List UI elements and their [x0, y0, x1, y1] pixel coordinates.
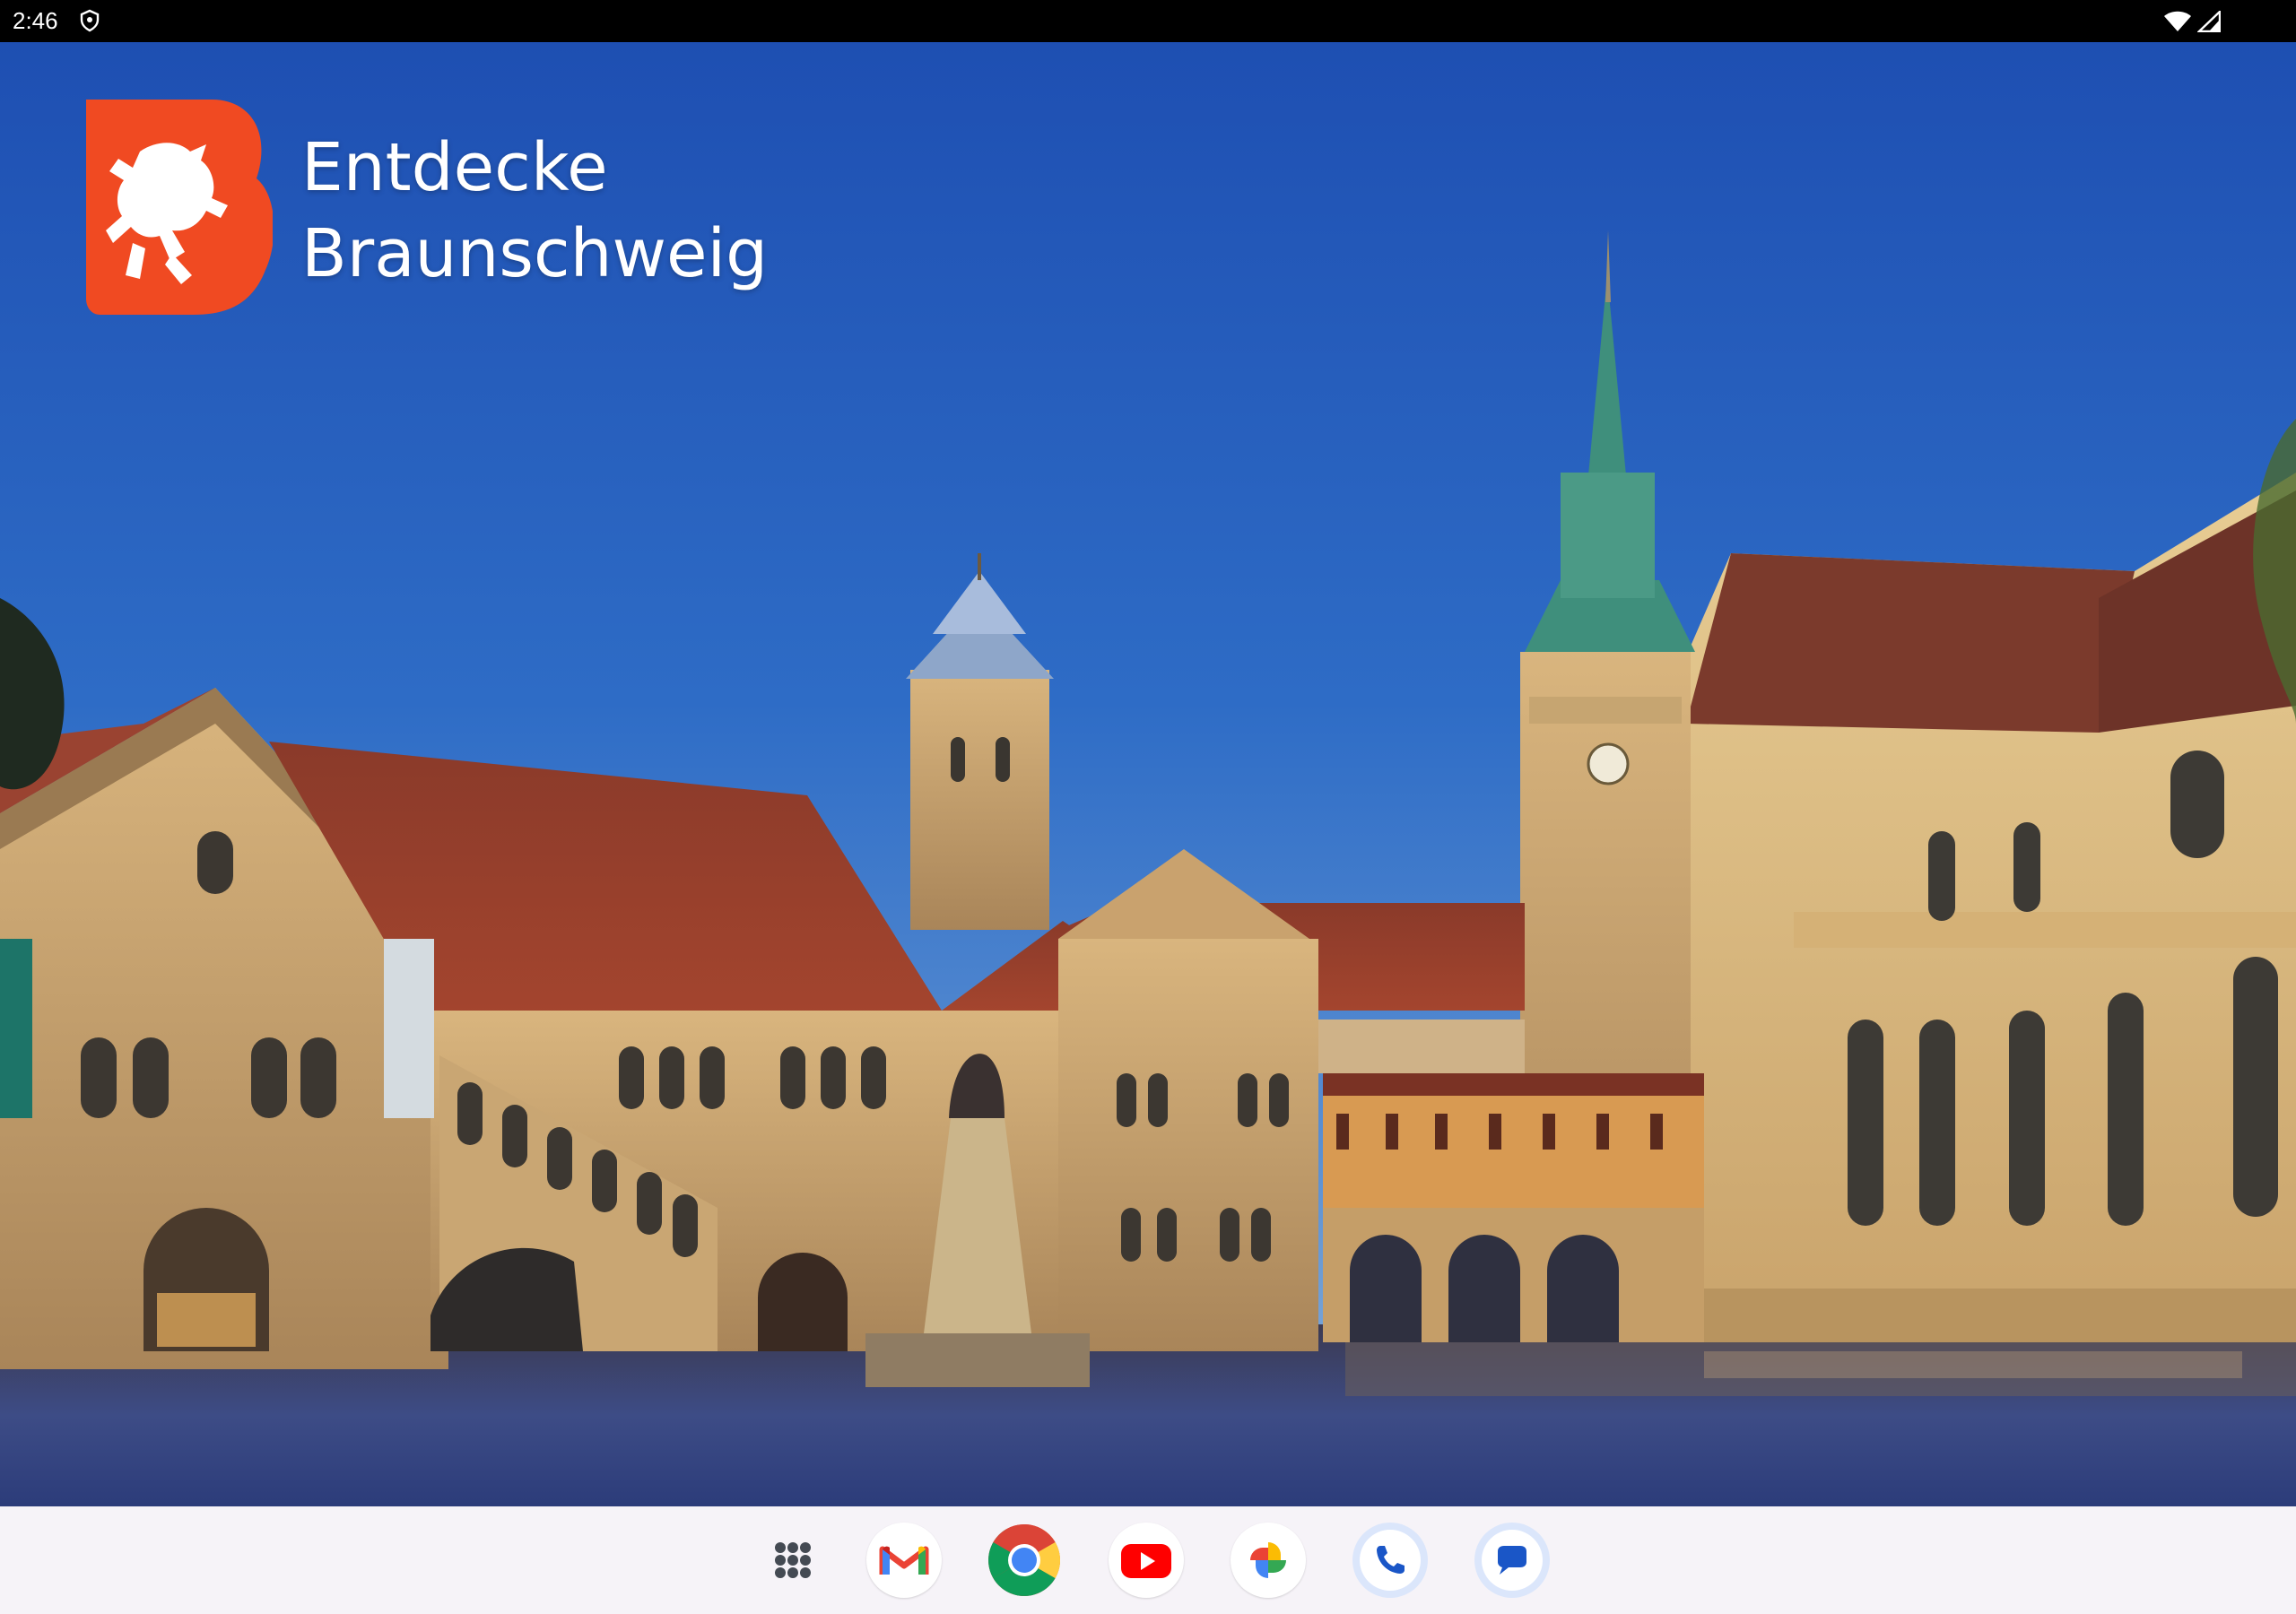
logo-line-2: Braunschweig	[301, 215, 769, 292]
messages-icon	[1482, 1530, 1543, 1591]
logo-title: Entdecke Braunschweig	[301, 125, 768, 297]
apps-grid-icon	[775, 1542, 811, 1578]
messages-app-button[interactable]	[1474, 1523, 1550, 1598]
app-dock	[0, 1506, 2296, 1614]
status-bar: 2:46	[0, 0, 2296, 42]
location-shield-icon	[80, 9, 100, 32]
chrome-icon	[988, 1524, 1060, 1596]
gmail-icon	[879, 1546, 929, 1575]
logo-line-1: Entdecke	[301, 129, 608, 206]
gmail-app-button[interactable]	[866, 1523, 942, 1598]
wifi-icon	[2164, 11, 2191, 31]
braunschweig-lion-logo	[86, 100, 273, 315]
chrome-app-button[interactable]	[987, 1523, 1062, 1598]
phone-app-button[interactable]	[1352, 1523, 1428, 1598]
youtube-app-button[interactable]	[1109, 1523, 1184, 1598]
phone-icon	[1360, 1530, 1421, 1591]
photos-icon	[1250, 1542, 1286, 1578]
youtube-icon	[1121, 1544, 1171, 1578]
status-time: 2:46	[13, 7, 58, 34]
photos-app-button[interactable]	[1231, 1523, 1306, 1598]
cell-signal-icon	[2197, 11, 2221, 32]
wallpaper: Entdecke Braunschweig	[0, 42, 2296, 1506]
app-drawer-button[interactable]	[755, 1523, 831, 1598]
